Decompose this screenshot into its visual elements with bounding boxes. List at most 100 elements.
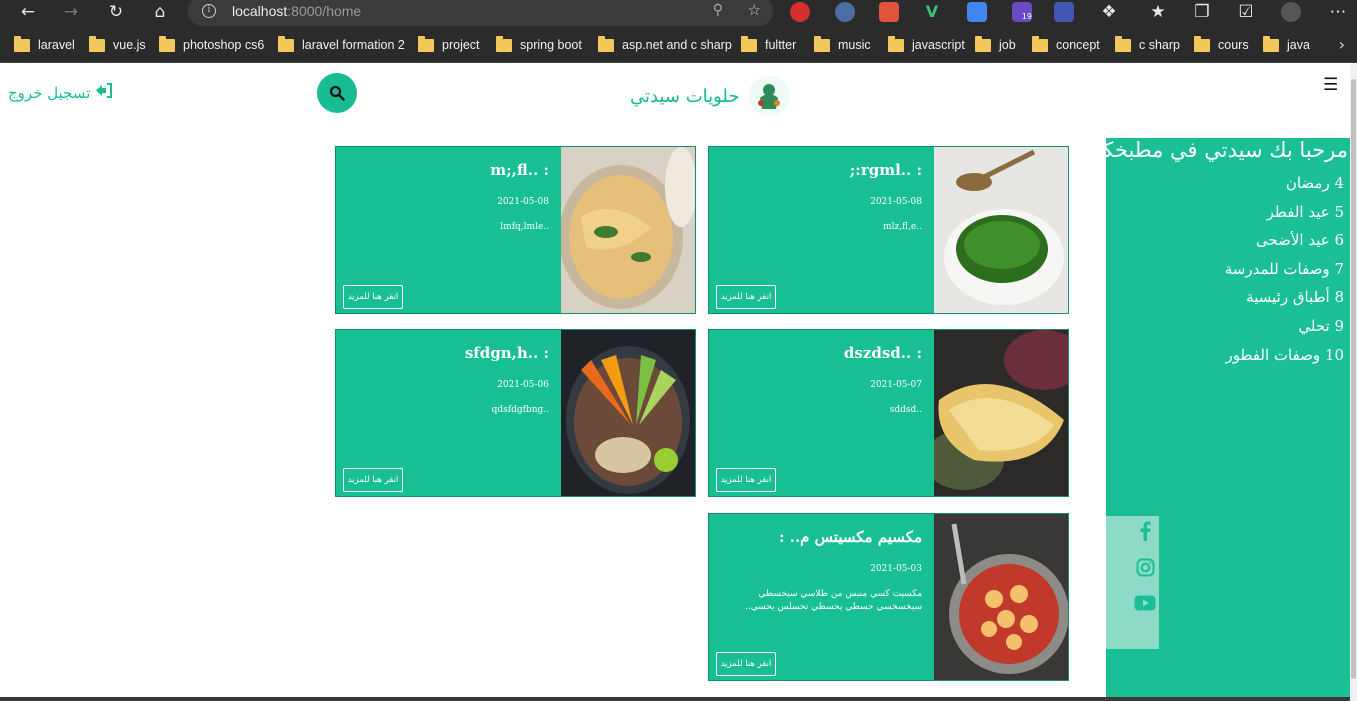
bookmark-label: asp.net and c sharp	[622, 38, 732, 52]
recipe-image	[934, 147, 1068, 313]
card-date: 2021-05-08	[497, 197, 549, 207]
back-icon[interactable]: ←	[15, 0, 41, 24]
add-favorite-icon[interactable]: ☆	[748, 1, 761, 19]
translate-icon[interactable]	[967, 2, 987, 22]
home-icon[interactable]: ⌂	[147, 0, 173, 24]
read-more-button[interactable]: انقر هنا للمزيد	[716, 468, 776, 492]
bookmark-item[interactable]: concept	[1032, 35, 1100, 54]
sidebar-item-desserts[interactable]: 9 تحلي	[1225, 317, 1344, 346]
read-more-button[interactable]: انقر هنا للمزيد	[716, 652, 776, 676]
logout-label: تسجيل خروج	[8, 83, 91, 102]
teams-icon[interactable]	[1054, 2, 1074, 22]
bookmark-item[interactable]: asp.net and c sharp	[598, 35, 732, 54]
sidebar-item-main-dishes[interactable]: 8 أطباق رئيسية	[1225, 288, 1344, 317]
brand-name: حلويات سيدتي	[630, 85, 740, 107]
bookmark-label: javascript	[912, 38, 965, 52]
recipe-image	[561, 147, 695, 313]
read-more-button[interactable]: انقر هنا للمزيد	[343, 468, 403, 492]
hamburger-menu-icon[interactable]: ☰	[1323, 75, 1338, 95]
folder-icon	[1263, 35, 1279, 52]
youtube-icon[interactable]	[1134, 592, 1156, 614]
folder-icon	[278, 35, 294, 52]
instagram-icon[interactable]	[1134, 556, 1156, 578]
extension-badge-count: 19	[1021, 12, 1032, 21]
read-more-button[interactable]: انقر هنا للمزيد	[716, 285, 776, 309]
card-description: ..sddsd	[889, 405, 922, 415]
bookmark-item[interactable]: laravel	[14, 35, 75, 54]
folder-icon	[418, 35, 434, 52]
page-bottom-edge	[0, 697, 1357, 701]
sidebar-title: مرحبا بك سيدتي في مطبخكي	[1085, 138, 1348, 162]
bookmarks-bar: laravel vue.js photoshop cs6 laravel for…	[0, 26, 1357, 63]
favorites-icon[interactable]: ★	[1145, 0, 1171, 24]
sidebar-item-eid-fitr[interactable]: 5 عيد الفطر	[1225, 203, 1344, 232]
bookmark-label: spring boot	[520, 38, 582, 52]
brand[interactable]: حلويات سيدتي	[630, 75, 790, 117]
read-more-button[interactable]: انقر هنا للمزيد	[343, 285, 403, 309]
sidebar-item-breakfast[interactable]: 10 وصفات الفطور	[1225, 346, 1344, 375]
bookmark-label: vue.js	[113, 38, 146, 52]
page-scrollbar[interactable]	[1350, 63, 1357, 701]
bookmark-item[interactable]: fultter	[741, 35, 796, 54]
recipe-image	[561, 330, 695, 496]
sidebar-item-ramadan[interactable]: 4 رمضان	[1225, 174, 1344, 203]
url-path: :8000/home	[287, 3, 362, 19]
recipe-card: : ..rgml:; 2021-05-08 ..mlz,fl,e انقر هن…	[708, 146, 1069, 314]
url-text[interactable]: localhost:8000/home	[232, 3, 361, 19]
bookmark-item[interactable]: c sharp	[1115, 35, 1180, 54]
bookmark-label: photoshop cs6	[183, 38, 265, 52]
bookmark-label: laravel formation 2	[302, 38, 405, 52]
extension-circle-icon[interactable]	[835, 2, 855, 22]
card-description: ..mlz,fl,e	[883, 222, 922, 232]
folder-icon	[89, 35, 105, 52]
bookmark-item[interactable]: project	[418, 35, 480, 54]
bookmark-item[interactable]: java	[1263, 35, 1310, 54]
forward-icon[interactable]: →	[58, 0, 84, 24]
address-bar[interactable]: i localhost:8000/home ⚲ ☆	[188, 0, 773, 26]
reload-icon[interactable]: ↻	[103, 0, 129, 24]
recipe-card: مكسيم مكسيتس م.. : 2021-05-03 مكسيت كسي …	[708, 513, 1069, 681]
card-title: : ..dszdsd	[843, 344, 922, 362]
bookmark-item[interactable]: spring boot	[496, 35, 582, 54]
bookmark-item[interactable]: javascript	[888, 35, 965, 54]
site-info-icon[interactable]: i	[202, 4, 216, 18]
recipe-image	[934, 330, 1068, 496]
folder-icon	[14, 35, 30, 52]
bookmark-item[interactable]: vue.js	[89, 35, 146, 54]
folder-icon	[598, 35, 614, 52]
extension-red-icon[interactable]	[879, 2, 899, 22]
vue-devtools-icon[interactable]: V	[922, 2, 942, 22]
card-date: 2021-05-08	[870, 197, 922, 207]
adblock-icon[interactable]	[790, 2, 810, 22]
facebook-icon[interactable]	[1134, 520, 1156, 542]
extensions-icon[interactable]: ❖	[1096, 0, 1122, 24]
folder-icon	[741, 35, 757, 52]
card-date: 2021-05-07	[870, 380, 922, 390]
recipe-image	[934, 514, 1068, 680]
zoom-icon[interactable]: ⚲	[713, 2, 723, 18]
collections-icon[interactable]: ❐	[1189, 0, 1215, 24]
card-title: مكسيم مكسيتس م.. :	[778, 528, 922, 546]
bookmark-item[interactable]: cours	[1194, 35, 1249, 54]
bookmarks-overflow-icon[interactable]: ›	[1339, 35, 1345, 54]
bookmark-item[interactable]: photoshop cs6	[159, 35, 265, 54]
shield-icon[interactable]: ☑	[1233, 0, 1259, 24]
social-links	[1106, 516, 1159, 649]
category-list: 4 رمضان 5 عيد الفطر 6 عيد الأضحى 7 وصفات…	[1225, 174, 1344, 374]
search-button[interactable]	[317, 73, 357, 113]
more-menu-icon[interactable]: ⋯	[1325, 0, 1351, 24]
scrollbar-thumb[interactable]	[1351, 79, 1356, 679]
sidebar-item-school[interactable]: 7 وصفات للمدرسة	[1225, 260, 1344, 289]
bookmark-item[interactable]: job	[975, 35, 1016, 54]
folder-icon	[1032, 35, 1048, 52]
page: ☰ حلويات سيدتي تسجيل خروج: ..rgml:; 202…	[0, 63, 1357, 701]
extension-badge-icon[interactable]: 19	[1012, 2, 1032, 22]
card-description: ..lmfq,lmle	[500, 222, 549, 232]
profile-avatar[interactable]	[1281, 2, 1301, 22]
bookmark-item[interactable]: laravel formation 2	[278, 35, 405, 54]
folder-icon	[496, 35, 512, 52]
bookmark-label: c sharp	[1139, 38, 1180, 52]
logout-link[interactable]: تسجيل خروج	[8, 83, 113, 102]
bookmark-item[interactable]: music	[814, 35, 871, 54]
sidebar-item-eid-adha[interactable]: 6 عيد الأضحى	[1225, 231, 1344, 260]
